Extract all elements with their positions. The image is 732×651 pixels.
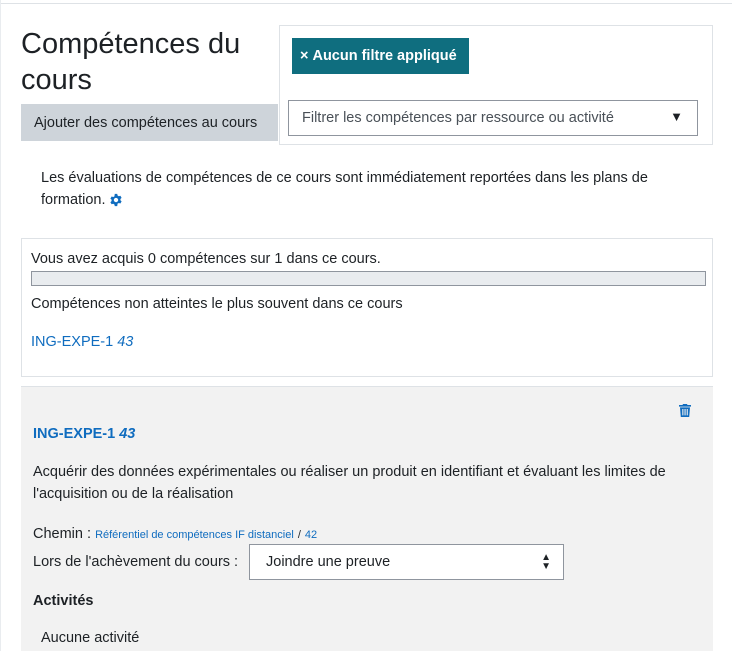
filter-select-placeholder: Filtrer les compétences par ressource ou… bbox=[302, 110, 614, 126]
path-row: Chemin : Référentiel de compétences IF d… bbox=[33, 526, 317, 542]
competency-code: ING-EXPE-1 bbox=[33, 426, 116, 442]
completion-rule-select[interactable]: Joindre une preuve ▲ ▼ bbox=[249, 544, 564, 580]
caret-down-icon: ▼ bbox=[670, 109, 683, 124]
left-divider bbox=[0, 0, 1, 651]
info-message: Les évaluations de compétences de ce cou… bbox=[41, 170, 648, 208]
competency-title-link[interactable]: ING-EXPE-1 43 bbox=[33, 426, 135, 442]
close-icon: × bbox=[300, 48, 309, 64]
path-framework-link[interactable]: Référentiel de compétences IF distanciel bbox=[95, 529, 294, 541]
completion-label: Lors de l'achèvement du cours : bbox=[33, 554, 239, 570]
info-text: Les évaluations de compétences de ce cou… bbox=[41, 167, 691, 214]
competency-card: ING-EXPE-1 43 Acquérir des données expér… bbox=[21, 386, 713, 651]
no-activity-text: Aucune activité bbox=[41, 630, 140, 646]
unmet-link-num: 43 bbox=[117, 334, 134, 350]
path-label: Chemin : bbox=[33, 526, 92, 542]
path-id-link[interactable]: 42 bbox=[305, 529, 317, 541]
filter-panel: × Aucun filtre appliqué Filtrer les comp… bbox=[279, 25, 713, 145]
competency-description: Acquérir des données expérimentales ou r… bbox=[33, 464, 666, 502]
no-filter-button[interactable]: × Aucun filtre appliqué bbox=[292, 38, 469, 74]
activities-heading: Activités bbox=[33, 593, 94, 609]
trash-icon[interactable] bbox=[679, 404, 691, 422]
gear-icon[interactable] bbox=[109, 192, 123, 214]
filter-select[interactable]: Filtrer les compétences par ressource ou… bbox=[288, 100, 698, 136]
top-divider bbox=[0, 3, 732, 4]
progress-bar bbox=[31, 271, 706, 286]
no-filter-label: Aucun filtre appliqué bbox=[312, 48, 457, 64]
page-title: Compétences du cours bbox=[21, 28, 241, 96]
unmet-link-code: ING-EXPE-1 bbox=[31, 334, 114, 350]
unmet-heading: Compétences non atteintes le plus souven… bbox=[31, 296, 403, 312]
acquired-summary: Vous avez acquis 0 compétences sur 1 dan… bbox=[31, 251, 381, 267]
summary-panel: Vous avez acquis 0 compétences sur 1 dan… bbox=[21, 238, 713, 377]
unmet-competency-link[interactable]: ING-EXPE-1 43 bbox=[31, 334, 133, 350]
sort-icon: ▲ ▼ bbox=[541, 552, 551, 572]
add-competencies-button[interactable]: Ajouter des compétences au cours bbox=[21, 104, 278, 141]
competency-num: 43 bbox=[119, 426, 136, 442]
path-separator: / bbox=[297, 529, 301, 541]
completion-select-value: Joindre une preuve bbox=[266, 554, 391, 570]
